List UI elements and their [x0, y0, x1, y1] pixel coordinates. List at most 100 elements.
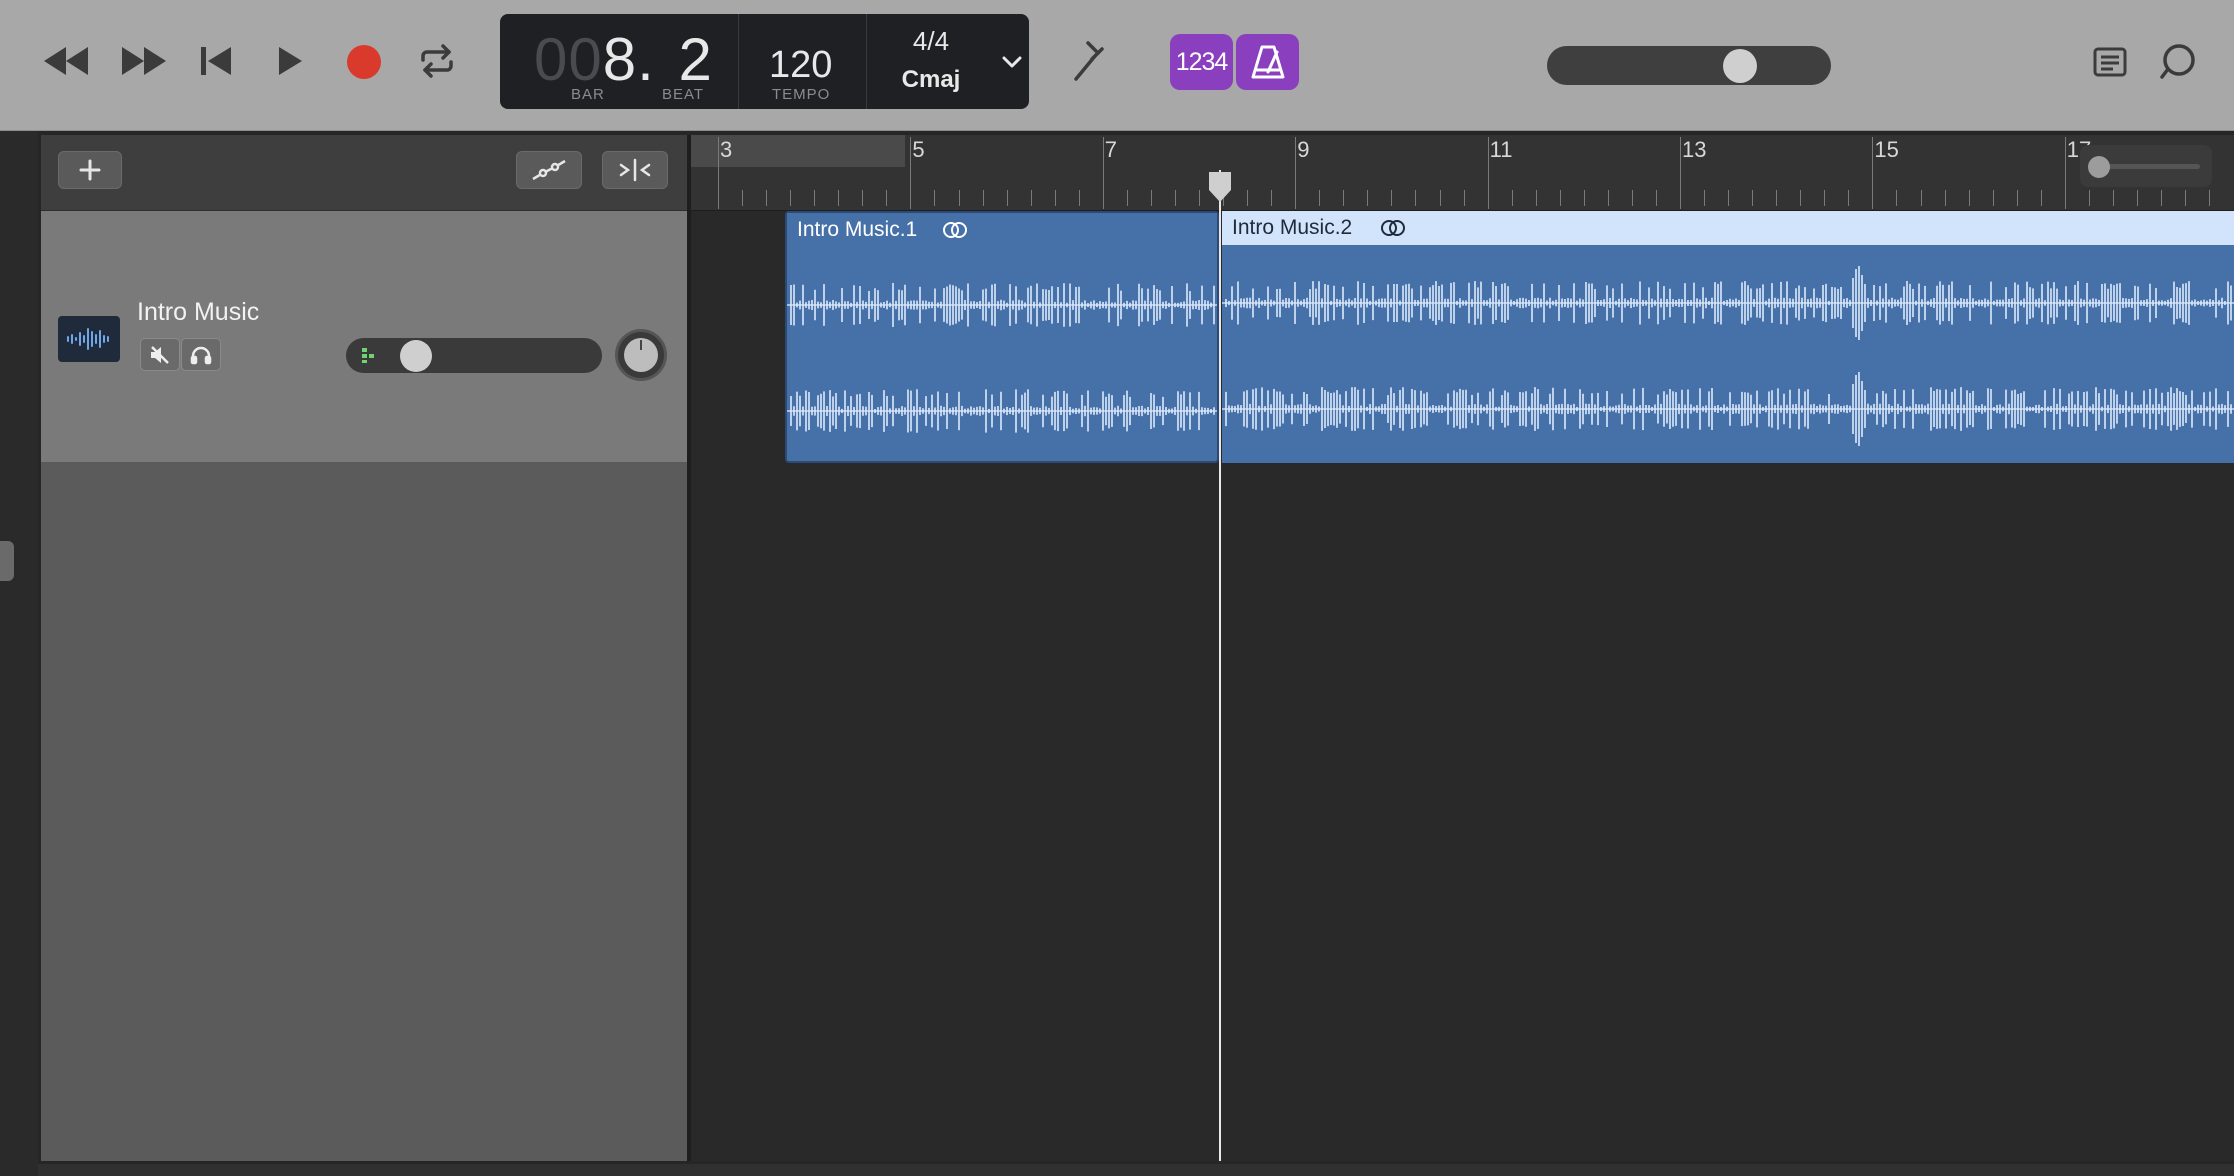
bottom-bar	[38, 1164, 2234, 1176]
region-intro-music-1[interactable]: Intro Music.1	[785, 211, 1219, 463]
chevron-down-icon	[1002, 56, 1022, 67]
ruler-tick	[1126, 190, 1128, 206]
track-header-toolbar	[41, 135, 689, 211]
ruler-tick	[1343, 190, 1345, 206]
rewind-button[interactable]	[38, 38, 94, 84]
audio-track-icon	[58, 316, 120, 362]
fast-forward-icon	[122, 47, 166, 75]
ruler-tick	[886, 190, 888, 206]
track-volume-knob[interactable]	[400, 340, 432, 372]
ruler-tick	[1030, 190, 1032, 206]
garageband-window: 008. 2 BAR BEAT 120 TEMPO 4/4 Cmaj 1234 …	[0, 0, 2234, 1176]
skip-back-icon	[201, 47, 231, 75]
ruler-tick	[2112, 190, 2114, 206]
ruler-tick	[1247, 190, 1249, 206]
ruler-tick	[1655, 190, 1657, 206]
tuner-button[interactable]	[1066, 38, 1110, 84]
cycle-button[interactable]	[414, 40, 460, 82]
fast-forward-button[interactable]	[116, 38, 172, 84]
ruler-tick	[1824, 190, 1826, 206]
ruler-tick	[1199, 190, 1200, 206]
record-button[interactable]	[344, 42, 384, 82]
lcd-position-section[interactable]: 008. 2 BAR BEAT	[500, 14, 739, 109]
ruler-tick	[958, 190, 960, 206]
ruler-bar-number: 13	[1682, 137, 1707, 162]
region-intro-music-2[interactable]: Intro Music.2	[1222, 211, 2234, 463]
ruler-tick	[1944, 190, 1946, 206]
ruler-tick	[1102, 137, 1104, 209]
ruler-tick	[2016, 190, 2018, 206]
lcd-mode-dropdown[interactable]	[995, 14, 1029, 109]
ruler-tick	[2185, 190, 2187, 206]
region-waveform	[787, 283, 1217, 433]
ruler-tick	[1559, 190, 1561, 206]
solo-headphones-button[interactable]	[181, 338, 221, 371]
tuning-fork-icon	[1074, 41, 1104, 81]
flex-time-button[interactable]	[602, 151, 668, 189]
ruler-bar-number: 7	[1104, 137, 1118, 162]
automation-button[interactable]	[516, 151, 582, 189]
lcd-bar-leading-zeros: 00	[534, 26, 603, 93]
ruler-tick	[790, 190, 792, 206]
lcd-signature-section[interactable]: 4/4 Cmaj	[867, 14, 995, 109]
ruler-tick	[1054, 190, 1056, 206]
horizontal-zoom-slider[interactable]	[2080, 145, 2212, 187]
lcd-tempo-section[interactable]: 120 TEMPO	[739, 14, 867, 109]
track-volume-slider[interactable]	[346, 338, 602, 373]
zoom-slider-knob[interactable]	[2088, 156, 2110, 178]
mute-button[interactable]	[140, 338, 180, 371]
ruler-tick	[2088, 190, 2090, 206]
notepad-button[interactable]	[2090, 42, 2130, 82]
record-icon	[347, 45, 381, 79]
count-in-label: 1234	[1175, 47, 1229, 76]
region-header: Intro Music.1	[787, 213, 1217, 247]
ruler-tick	[1174, 190, 1176, 206]
ruler-bar-number: 15	[1874, 137, 1899, 162]
go-to-beginning-button[interactable]	[194, 38, 238, 84]
metronome-button[interactable]	[1236, 34, 1299, 90]
notepad-icon	[2093, 47, 2127, 77]
ruler-bar-number: 9	[1297, 137, 1310, 162]
ruler-tick	[766, 190, 768, 206]
plus-icon	[79, 159, 101, 181]
automation-curve-icon	[532, 159, 566, 181]
ruler-tick	[2136, 190, 2138, 206]
ruler-bar-number: 11	[1489, 137, 1513, 162]
loop-browser-button[interactable]	[2156, 40, 2200, 84]
master-volume-slider[interactable]	[1547, 46, 1831, 85]
library-toggle-tab[interactable]	[0, 541, 14, 581]
count-in-button[interactable]: 1234	[1170, 34, 1233, 90]
ruler-tick	[2209, 190, 2211, 206]
rewind-icon	[44, 47, 88, 75]
play-icon	[279, 47, 302, 75]
add-track-button[interactable]	[58, 151, 122, 189]
lcd-time-signature: 4/4	[912, 26, 950, 56]
ruler-tick	[1728, 190, 1730, 206]
track-name[interactable]: Intro Music	[137, 298, 259, 327]
ruler-tick	[934, 190, 936, 206]
ruler-tick	[1848, 190, 1850, 206]
track-header-intro-music[interactable]	[41, 211, 689, 463]
master-volume-knob[interactable]	[1723, 49, 1757, 83]
ruler-tick	[1319, 190, 1321, 206]
ruler-tick	[1992, 190, 1994, 206]
ruler-tick	[1968, 190, 1970, 206]
ruler-tick	[1439, 190, 1441, 206]
ruler-tick	[1271, 190, 1273, 206]
playhead-handle[interactable]	[1207, 172, 1233, 202]
pan-knob-indicator	[624, 338, 658, 372]
lcd-display[interactable]: 008. 2 BAR BEAT 120 TEMPO 4/4 Cmaj	[500, 14, 1029, 109]
waveform-icon	[67, 328, 109, 350]
ruler-tick	[1295, 137, 1297, 209]
headphones-icon	[190, 346, 212, 364]
ruler-tick	[838, 190, 840, 206]
loop-icon	[2160, 44, 2195, 79]
cycle-icon	[421, 44, 453, 78]
region-name: Intro Music.1	[797, 218, 918, 241]
playhead[interactable]	[1219, 170, 1221, 1161]
play-button[interactable]	[270, 38, 310, 84]
loop-link-icon	[943, 222, 967, 238]
lcd-bar-label: BAR	[571, 86, 605, 103]
ruler-bar-number: 3	[720, 137, 733, 162]
region-name: Intro Music.2	[1232, 216, 1353, 239]
